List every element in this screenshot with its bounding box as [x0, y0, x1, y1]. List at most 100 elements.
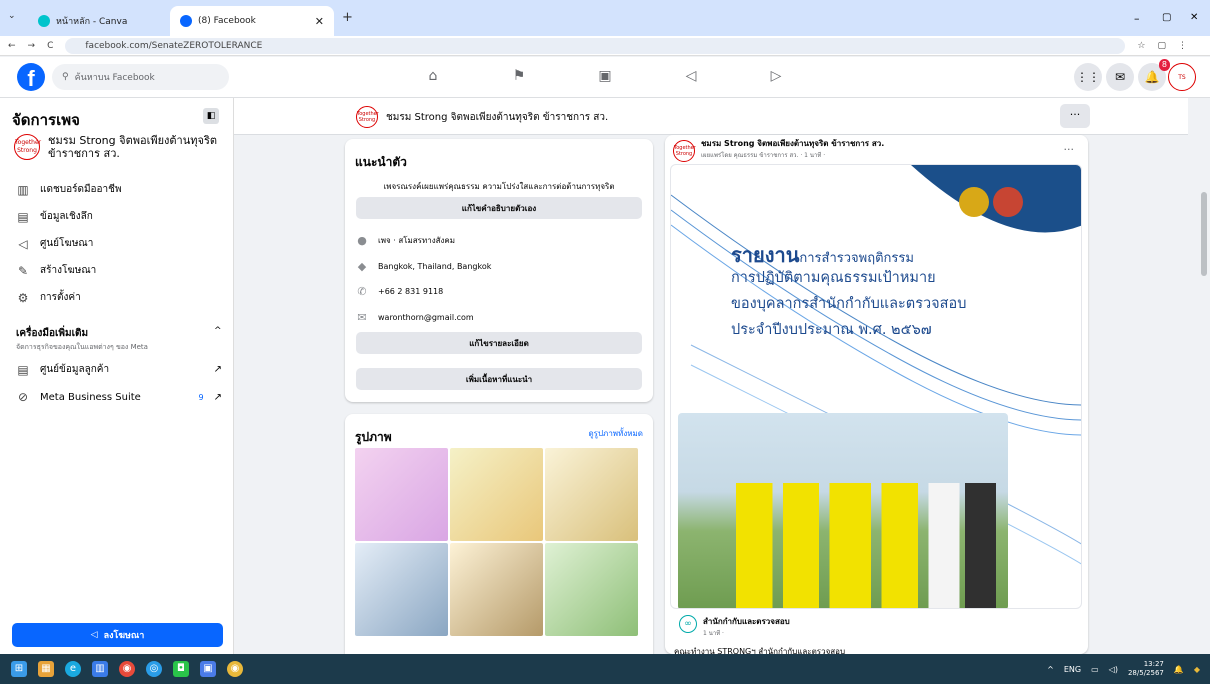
page-avatar[interactable]: Together Strong: [356, 106, 379, 128]
windows-start-icon[interactable]: ⊞: [11, 661, 27, 677]
app-icon[interactable]: ◎: [146, 661, 162, 677]
more-tools-title[interactable]: เครื่องมือเพิ่มเติม: [16, 326, 88, 341]
clock[interactable]: 13:27 28/5/2567: [1128, 660, 1164, 678]
home-icon[interactable]: ⌂: [424, 68, 442, 86]
count-badge: 9: [198, 392, 204, 402]
page-name[interactable]: ชมรม Strong จิตพอเพียงต้านทุจริต ข้าราชก…: [386, 110, 608, 125]
photo-thumbnail[interactable]: [355, 448, 448, 541]
sidebar-item-dashboard[interactable]: ▥ แดชบอร์ดมืออาชีพ: [16, 182, 222, 197]
search-input[interactable]: ⚲ ค้นหาบน Facebook: [52, 64, 229, 90]
sidebar-item-settings[interactable]: ⚙ การตั้งค่า: [16, 290, 222, 305]
new-tab-button[interactable]: +: [342, 10, 353, 25]
file-explorer-icon[interactable]: ▥: [92, 661, 108, 677]
shared-post-header: ∞ สำนักกำกับและตรวจสอบ 1 นาที ·: [679, 615, 790, 638]
facebook-logo-icon[interactable]: f: [17, 63, 45, 91]
menu-dots-icon[interactable]: ⋮: [1178, 41, 1187, 51]
chevron-up-icon[interactable]: ^: [214, 326, 222, 336]
minimize-button[interactable]: –: [1134, 12, 1140, 25]
menu-grid-icon[interactable]: ⋮⋮: [1074, 63, 1102, 91]
sidebar-item-ad-center[interactable]: ◁ ศูนย์โฆษณา: [16, 236, 222, 251]
volume-icon[interactable]: ◁): [1109, 665, 1118, 674]
sidebar-item-label: ข้อมูลเชิงลึก: [40, 211, 93, 222]
close-window-button[interactable]: ✕: [1190, 12, 1198, 23]
intro-bio: เพจรณรงค์เผยแพร่คุณธรรม ความโปร่งใสและกา…: [383, 182, 615, 191]
close-icon[interactable]: ✕: [315, 15, 324, 28]
info-text[interactable]: waronthorn@gmail.com: [378, 313, 474, 322]
info-row-category: ● เพจ · สโมสรทางสังคม: [356, 234, 455, 247]
url-text: facebook.com/SenateZEROTOLERANCE: [85, 40, 263, 51]
megaphone-icon: ◁: [18, 236, 28, 251]
edit-bio-button[interactable]: แก้ไขคำอธิบายตัวเอง: [356, 197, 642, 219]
canva-icon: [38, 15, 50, 27]
scrollbar-thumb[interactable]: [1201, 192, 1207, 276]
dashboard-nav-icon[interactable]: ▣: [596, 68, 614, 86]
external-link-icon: ↗: [213, 364, 222, 375]
see-all-photos-link[interactable]: ดูรูปภาพทั้งหมด: [588, 427, 643, 440]
search-icon: ⚲: [62, 72, 69, 82]
tab-search-icon[interactable]: ⌄: [8, 11, 16, 21]
customer-data-icon: ▤: [17, 362, 29, 377]
more-options-button[interactable]: ···: [1060, 104, 1090, 128]
tab-title: (8) Facebook: [198, 16, 256, 26]
copilot-icon[interactable]: ◆: [1194, 665, 1200, 674]
sidebar-item-customer-data[interactable]: ▤ ศูนย์ข้อมูลลูกค้า ↗: [16, 362, 222, 377]
system-tray: ^ ENG ▭ ◁) 13:27 28/5/2567 🔔 ◆: [1047, 660, 1200, 678]
post-author-avatar[interactable]: Together Strong: [673, 140, 696, 162]
sidebar-page-switcher[interactable]: Together Strong ชมรม Strong จิตพอเพียงต้…: [14, 134, 218, 160]
post-meta: เผยแพร่โดย คุณธรรม ข้าราชการ สว. · 1 นาท…: [701, 152, 826, 159]
post-more-button[interactable]: ···: [1064, 143, 1075, 156]
back-icon[interactable]: ←: [8, 41, 16, 51]
shared-author[interactable]: สำนักกำกับและตรวจสอบ: [703, 615, 790, 628]
sidebar-item-label: สร้างโฆษณา: [40, 265, 97, 276]
photo-thumbnail[interactable]: [450, 543, 543, 636]
video-icon[interactable]: ▷: [767, 68, 785, 86]
sidebar-item-insights[interactable]: ▤ ข้อมูลเชิงลึก: [16, 209, 222, 224]
chrome-icon[interactable]: ◉: [119, 661, 135, 677]
extensions-icon[interactable]: ▢: [1157, 41, 1166, 51]
photo-thumbnail[interactable]: [545, 543, 638, 636]
forward-icon[interactable]: →: [28, 41, 36, 51]
language-indicator[interactable]: ENG: [1064, 665, 1081, 674]
messenger-icon[interactable]: ✉: [1106, 63, 1134, 91]
network-icon[interactable]: ▭: [1091, 665, 1099, 674]
maximize-button[interactable]: ▢: [1162, 12, 1171, 23]
flag-icon[interactable]: ⚑: [510, 68, 528, 86]
line-icon[interactable]: ◘: [173, 661, 189, 677]
sidebar-page-name: ชมรม Strong จิตพอเพียงต้านทุจริต ข้าราชก…: [48, 134, 217, 160]
post-author[interactable]: ชมรม Strong จิตพอเพียงต้านทุจริต ข้าราชก…: [701, 137, 884, 150]
megaphone-nav-icon[interactable]: ◁: [682, 68, 700, 86]
advertise-label: ลงโฆษณา: [103, 631, 145, 641]
photo-thumbnail[interactable]: [355, 543, 448, 636]
add-featured-button[interactable]: เพิ่มเนื้อหาที่แนะนำ: [356, 368, 642, 390]
advertise-button[interactable]: ◁ ลงโฆษณา: [12, 623, 223, 647]
gear-icon: ⚙: [17, 290, 29, 305]
edge-icon[interactable]: e: [65, 661, 81, 677]
sidebar-item-meta-business-suite[interactable]: ⊘ Meta Business Suite 9 ↗: [16, 390, 222, 404]
browser-tab-strip: ⌄ หน้าหลัก - Canva ✕ (8) Facebook ✕ + – …: [0, 0, 1210, 36]
meta-business-icon: ⊘: [17, 390, 29, 404]
shared-author-avatar[interactable]: ∞: [679, 615, 697, 633]
image-title-big: รายงาน: [731, 243, 800, 267]
reload-icon[interactable]: C: [47, 41, 53, 51]
info-text: Bangkok, Thailand, Bangkok: [378, 262, 492, 271]
notification-bell-icon[interactable]: 🔔: [1174, 665, 1184, 674]
profile-avatar[interactable]: TS: [1168, 63, 1196, 91]
url-field[interactable]: facebook.com/SenateZEROTOLERANCE: [65, 37, 1126, 54]
photo-thumbnail[interactable]: [545, 448, 638, 541]
photo-thumbnail[interactable]: [450, 448, 543, 541]
store-icon[interactable]: ▣: [200, 661, 216, 677]
chrome-icon[interactable]: ◉: [227, 661, 243, 677]
page-scrollbar[interactable]: [1198, 98, 1210, 654]
sidebar-item-create-ad[interactable]: ✎ สร้างโฆษณา: [16, 263, 222, 278]
sidebar-title: จัดการเพจ: [12, 111, 80, 129]
manage-page-sidebar: จัดการเพจ ◧ Together Strong ชมรม Strong …: [0, 98, 234, 654]
edit-details-button[interactable]: แก้ไขรายละเอียด: [356, 332, 642, 354]
collapse-sidebar-icon[interactable]: ◧: [203, 108, 219, 124]
post-image[interactable]: รายงานการสำรวจพฤติกรรม การปฏิบัติตามคุณธ…: [670, 164, 1082, 609]
search-taskbar-icon[interactable]: ▦: [38, 661, 54, 677]
chevron-up-icon[interactable]: ^: [1047, 665, 1054, 674]
insights-icon: ▤: [17, 209, 29, 224]
notifications-icon[interactable]: 🔔 8: [1138, 59, 1170, 91]
tab-facebook[interactable]: (8) Facebook ✕: [170, 6, 334, 36]
bookmark-star-icon[interactable]: ☆: [1137, 41, 1145, 51]
